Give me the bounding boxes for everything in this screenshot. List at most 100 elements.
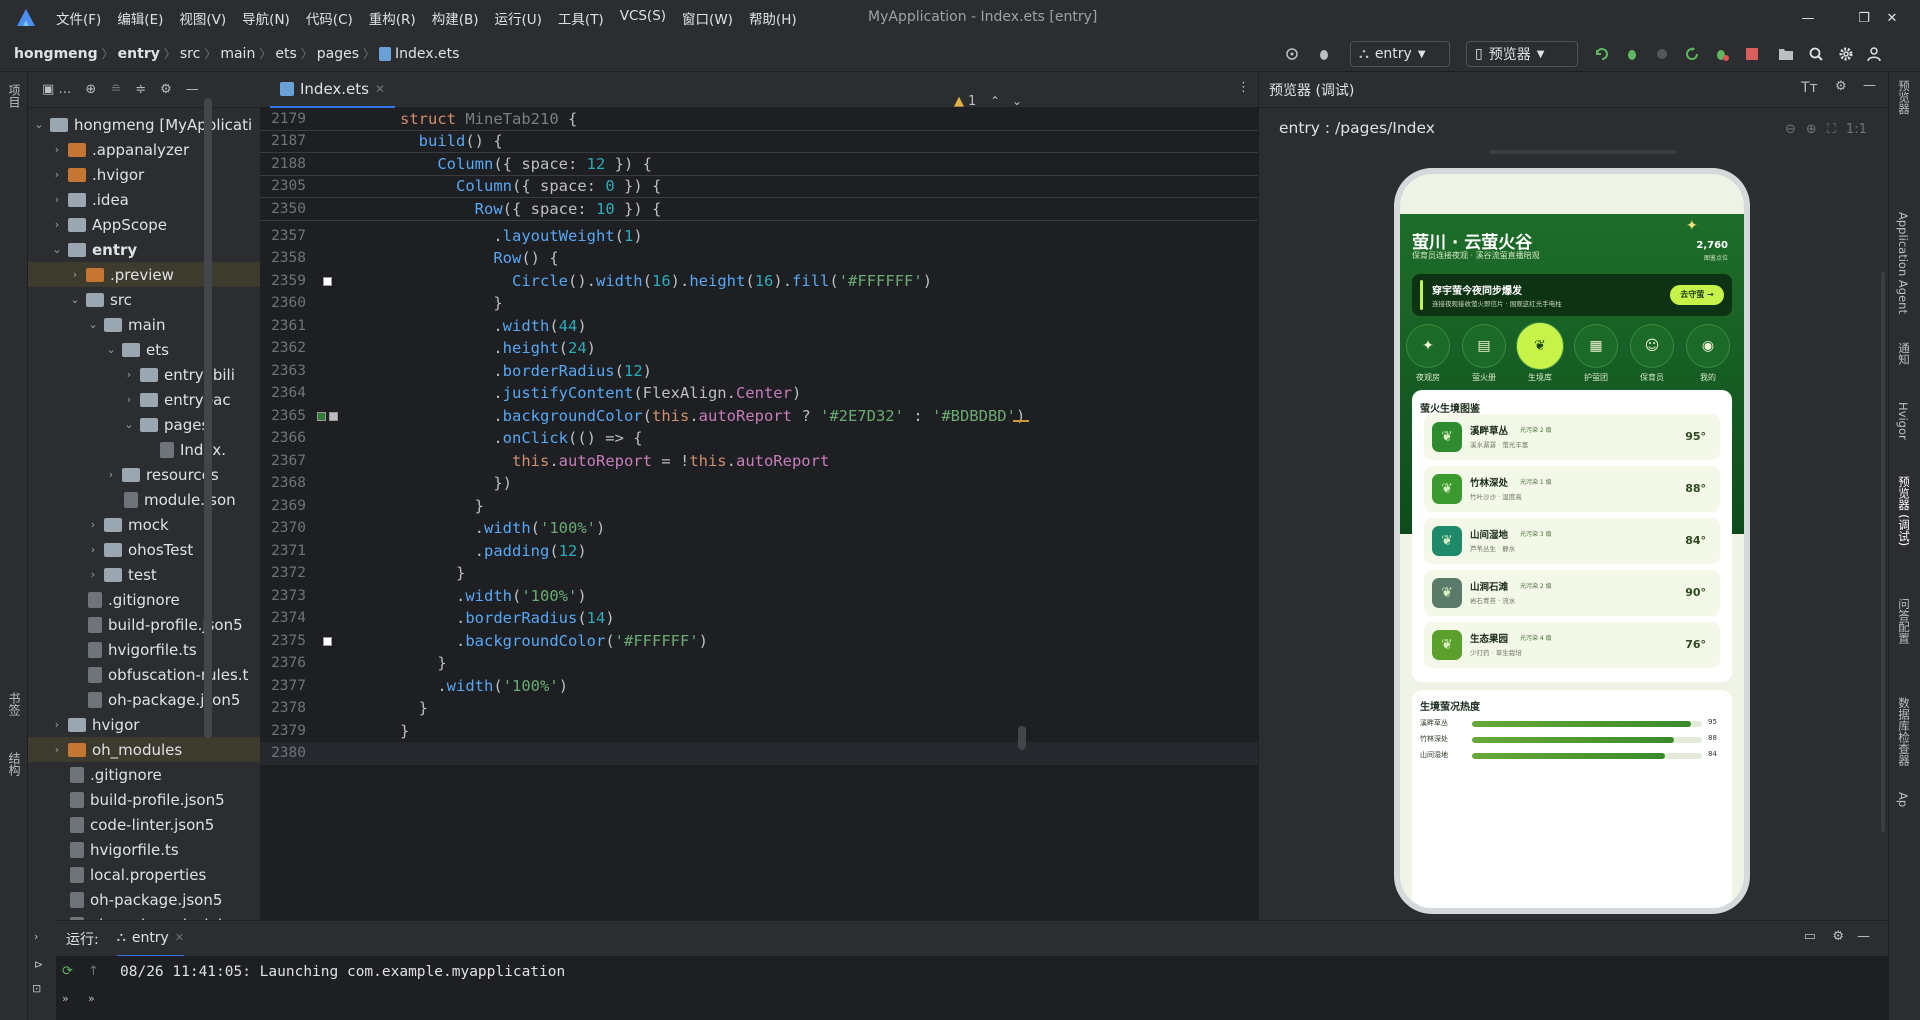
menu-item[interactable]: 工具(T)	[550, 8, 612, 28]
chevron-right-icon[interactable]: ›	[50, 168, 64, 181]
chevron-right-icon[interactable]: ›	[50, 743, 64, 756]
right-tool-button[interactable]: 数据库检查器	[1896, 697, 1912, 766]
habitat-card[interactable]: ❦ 山间湿地 光污染 3 级芦苇丛生 · 静水 84°	[1424, 518, 1720, 564]
expand-all-icon[interactable]: ≘	[110, 82, 121, 97]
tab-index-ets[interactable]: Index.ets ✕	[270, 72, 396, 108]
fit-screen-icon[interactable]: ⛶	[1827, 122, 1836, 137]
run-icon[interactable]	[1590, 42, 1614, 66]
chevron-down-icon[interactable]: ⌄	[50, 243, 64, 256]
tree-row[interactable]: › .appanalyzer	[28, 137, 260, 162]
chevron-right-icon[interactable]: ›	[122, 368, 136, 381]
tree-row[interactable]: › resources	[28, 462, 260, 487]
menu-item[interactable]: 编辑(E)	[109, 8, 171, 28]
preview-scrollbar[interactable]	[1881, 272, 1885, 832]
habitat-card[interactable]: ❦ 溪畔草丛 光污染 2 级溪水潺潺 · 萤光丰富 95°	[1424, 414, 1720, 460]
stop-icon[interactable]	[1740, 42, 1764, 66]
code-line[interactable]: 2368 })	[260, 472, 1258, 495]
tree-row[interactable]: ⌄ src	[28, 287, 260, 312]
nav-icon-button[interactable]: ▤	[1462, 324, 1506, 368]
tree-row[interactable]: oh-package.json5	[28, 687, 260, 712]
chevron-right-icon[interactable]: ›	[50, 218, 64, 231]
chevron-right-icon[interactable]: ›	[50, 718, 64, 731]
code-line[interactable]: 2377 .width('100%')	[260, 675, 1258, 698]
tree-row[interactable]: oh-package-lock.json	[28, 912, 260, 920]
right-tool-button[interactable]: Hvigor	[1896, 402, 1910, 440]
menu-item[interactable]: 视图(V)	[171, 8, 234, 28]
habitat-card[interactable]: ❦ 竹林深处 光污染 1 级竹叶沙沙 · 湿度高 88°	[1424, 466, 1720, 512]
tree-row[interactable]: code-linter.json5	[28, 812, 260, 837]
chevron-down-icon[interactable]: ⌄	[104, 343, 118, 356]
chevron-right-icon[interactable]: ›	[86, 568, 100, 581]
tree-row[interactable]: hvigorfile.ts	[28, 837, 260, 862]
code-line[interactable]: 2359 Circle().width(16).height(16).fill(…	[260, 270, 1258, 293]
breadcrumb-item[interactable]: hongmeng	[14, 46, 98, 62]
tree-scrollbar[interactable]	[204, 98, 212, 738]
locate-icon[interactable]: ⊕	[85, 82, 96, 97]
code-line[interactable]: 2376 }	[260, 652, 1258, 675]
bug-icon[interactable]	[1312, 42, 1336, 66]
tree-row[interactable]: ⌄ entry	[28, 237, 260, 262]
tree-row[interactable]: build-profile.json5	[28, 612, 260, 637]
profiler-icon[interactable]	[1710, 42, 1734, 66]
code-line[interactable]: 2373 .width('100%')	[260, 585, 1258, 608]
collapse-all-icon[interactable]: ≑	[135, 82, 146, 97]
chevron-right-icon[interactable]: ›	[68, 268, 82, 281]
menu-item[interactable]: 重构(R)	[361, 8, 424, 28]
hide-panel-icon[interactable]: —	[1863, 78, 1876, 93]
code-line[interactable]: 2375 .backgroundColor('#FFFFFF')	[260, 630, 1258, 653]
breadcrumb-item[interactable]: ets	[275, 46, 296, 62]
tree-row[interactable]: local.properties	[28, 862, 260, 887]
nav-icon-button[interactable]: ▦	[1574, 324, 1618, 368]
chevron-right-icon[interactable]: ›	[50, 193, 64, 206]
tree-row[interactable]: .gitignore	[28, 762, 260, 787]
tree-row[interactable]: › ohosTest	[28, 537, 260, 562]
code-line[interactable]: 2379}	[260, 720, 1258, 743]
right-tool-button[interactable]: Application Agent	[1896, 212, 1910, 314]
habitat-card[interactable]: ❦ 山涧石滩 光污染 2 级岩石青苔 · 流水 90°	[1424, 570, 1720, 616]
gear-icon[interactable]	[1834, 42, 1858, 66]
search-icon[interactable]	[1804, 42, 1828, 66]
tree-row[interactable]: ⌄ ets	[28, 337, 260, 362]
tree-row[interactable]: build-profile.json5	[28, 787, 260, 812]
tree-row[interactable]: › oh_modules	[28, 737, 260, 762]
nav-icon-button[interactable]: ☺	[1630, 324, 1674, 368]
code-line[interactable]: 2357 .layoutWeight(1)	[260, 225, 1258, 248]
terminal-icon[interactable]: ⊳	[34, 958, 43, 971]
up-arrow-icon[interactable]: ↑	[88, 964, 99, 979]
code-line[interactable]: 2378 }	[260, 697, 1258, 720]
tree-row[interactable]: ⌄ main	[28, 312, 260, 337]
code-line[interactable]: 2365 .backgroundColor(this.autoReport ? …	[260, 405, 1258, 428]
tree-row[interactable]: › mock	[28, 512, 260, 537]
error-stripe-marker[interactable]	[1013, 420, 1029, 422]
sticky-code-line[interactable]: 2350 Row({ space: 10 }) {	[260, 198, 1258, 221]
tree-row[interactable]: › entrybac	[28, 387, 260, 412]
code-line[interactable]: 2364 .justifyContent(FlexAlign.Center)	[260, 382, 1258, 405]
menu-item[interactable]: 文件(F)	[48, 8, 109, 28]
zoom-out-icon[interactable]: ⊖	[1785, 122, 1796, 137]
habitat-card[interactable]: ❦ 生态果园 光污染 4 级少打药 · 草生栽培 76°	[1424, 622, 1720, 668]
code-line[interactable]: 2360 }	[260, 292, 1258, 315]
tree-row[interactable]: Index.	[28, 437, 260, 462]
code-line[interactable]: 2366 .onClick(() => {	[260, 427, 1258, 450]
code-line[interactable]: 2363 .borderRadius(12)	[260, 360, 1258, 383]
code-line[interactable]: 2371 .padding(12)	[260, 540, 1258, 563]
breadcrumb-item[interactable]: pages	[317, 46, 359, 62]
tree-row[interactable]: › .idea	[28, 187, 260, 212]
menu-item[interactable]: 构建(B)	[424, 8, 487, 28]
structure-tool-button[interactable]: 结构	[6, 752, 23, 776]
breadcrumb-item[interactable]: main	[220, 46, 255, 62]
tree-row[interactable]: hvigorfile.ts	[28, 637, 260, 662]
menu-item[interactable]: 窗口(W)	[674, 8, 741, 28]
code-line[interactable]: 2362 .height(24)	[260, 337, 1258, 360]
tree-row[interactable]: › .preview	[28, 262, 260, 287]
minimize-button[interactable]: —	[1780, 0, 1836, 36]
chevron-down-icon[interactable]: ⌄	[68, 293, 82, 306]
tree-row[interactable]: .gitignore	[28, 587, 260, 612]
prev-highlight-icon[interactable]: ⌃	[990, 94, 1000, 108]
menu-item[interactable]: 导航(N)	[234, 8, 298, 28]
color-swatch-icon[interactable]	[329, 411, 338, 421]
more-icon[interactable]: »	[62, 992, 69, 1005]
settings-icon[interactable]: ⚙	[1835, 79, 1847, 94]
more-icon[interactable]: »	[88, 992, 95, 1005]
code-line[interactable]: 2361 .width(44)	[260, 315, 1258, 338]
